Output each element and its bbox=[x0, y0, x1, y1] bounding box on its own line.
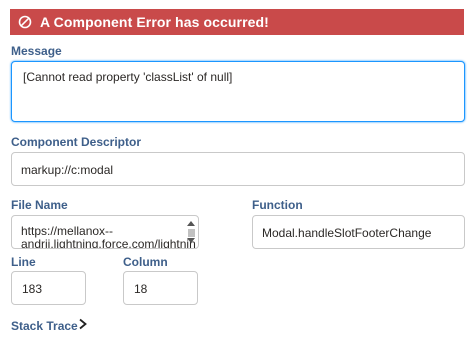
component-descriptor-field[interactable]: markup://c:modal bbox=[11, 152, 465, 186]
line-value: 183 bbox=[22, 282, 43, 296]
column-label: Column bbox=[123, 255, 168, 269]
message-field[interactable]: [Cannot read property 'classList' of nul… bbox=[11, 61, 465, 122]
stack-trace-label[interactable]: Stack Trace bbox=[11, 319, 78, 333]
message-value: [Cannot read property 'classList' of nul… bbox=[23, 70, 233, 84]
line-label: Line bbox=[11, 255, 36, 269]
error-circle-icon bbox=[18, 15, 32, 29]
line-field[interactable]: 183 bbox=[11, 271, 86, 305]
file-name-line1: https://mellanox-- bbox=[21, 224, 114, 238]
file-name-line2: andrii.lightning.force.com/lightnin bbox=[21, 237, 196, 249]
column-value: 18 bbox=[134, 282, 148, 296]
error-title: A Component Error has occurred! bbox=[40, 14, 269, 30]
scroll-thumb[interactable] bbox=[188, 229, 195, 237]
function-value: Modal.handleSlotFooterChange bbox=[262, 226, 432, 240]
component-descriptor-label: Component Descriptor bbox=[11, 135, 142, 149]
error-banner: A Component Error has occurred! bbox=[10, 9, 464, 35]
file-name-field[interactable]: https://mellanox-- andrii.lightning.forc… bbox=[11, 215, 199, 249]
file-name-label: File Name bbox=[11, 198, 68, 212]
chevron-right-icon[interactable] bbox=[78, 318, 88, 330]
component-descriptor-value: markup://c:modal bbox=[21, 163, 114, 177]
scroll-down-icon[interactable] bbox=[187, 238, 195, 243]
message-label: Message bbox=[11, 44, 62, 58]
scroll-up-icon[interactable] bbox=[187, 221, 195, 226]
function-label: Function bbox=[252, 198, 303, 212]
file-name-scrollbar[interactable] bbox=[187, 218, 196, 246]
function-field[interactable]: Modal.handleSlotFooterChange bbox=[252, 215, 465, 249]
column-field[interactable]: 18 bbox=[123, 271, 198, 305]
